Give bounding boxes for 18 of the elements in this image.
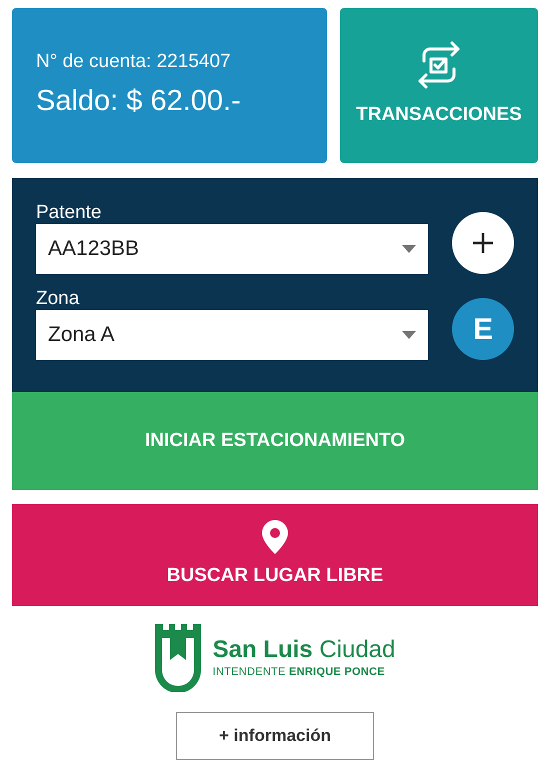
find-spot-button[interactable]: BUSCAR LUGAR LIBRE	[12, 504, 538, 606]
dropdown-field[interactable]: Zona A	[36, 310, 428, 360]
logo-subtitle: INTENDENTE ENRIQUE PONCE	[212, 664, 386, 680]
plus-icon	[472, 232, 494, 254]
field-label: Patente	[36, 202, 102, 224]
transactions-button[interactable]: TRANSACCIONES	[340, 8, 538, 163]
info-button[interactable]: + información	[176, 712, 374, 760]
field-label: Zona	[36, 288, 80, 310]
map-pin-icon	[262, 520, 288, 554]
dropdown-field[interactable]: AA123BB	[36, 224, 428, 274]
dropdown-caret-icon	[402, 245, 416, 253]
dropdown-caret-icon	[402, 331, 416, 339]
logo-title: San Luis Ciudad	[212, 636, 396, 664]
edit-zone-button[interactable]: E	[452, 298, 514, 360]
start-parking-button[interactable]: INICIAR ESTACIONAMIENTO	[12, 392, 538, 490]
balance: Saldo: $ 62.00.-	[36, 84, 242, 119]
account-number: N° de cuenta: 2215407	[36, 50, 232, 74]
castle-shield-icon	[154, 624, 201, 692]
